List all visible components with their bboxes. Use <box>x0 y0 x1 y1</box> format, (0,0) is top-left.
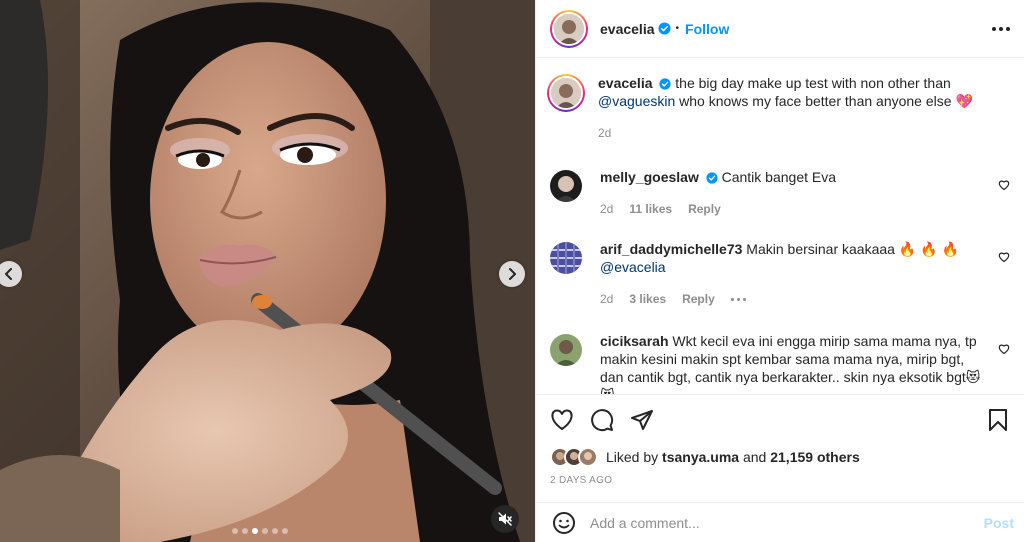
liker-username[interactable]: tsanya.uma <box>662 449 739 465</box>
comment-time[interactable]: 2d <box>600 290 613 308</box>
caption-text: the big day make up test with non other … <box>675 75 951 91</box>
verified-badge-icon <box>657 22 671 35</box>
comment-like-button[interactable] <box>998 342 1010 358</box>
liker-avatar <box>578 447 598 467</box>
comment-item: arif_daddymichelle73 Makin bersinar kaak… <box>550 240 1010 308</box>
action-bar <box>550 407 1010 433</box>
heart-icon <box>998 180 1010 191</box>
add-comment-bar: Post <box>536 502 1024 542</box>
commenter-avatar[interactable] <box>550 242 582 274</box>
author-avatar[interactable] <box>550 9 588 48</box>
comment-mention[interactable]: @evacelia <box>600 259 666 275</box>
carousel-indicator <box>232 528 288 534</box>
caption: evacelia the big day make up test with n… <box>547 74 1010 142</box>
comment-options-button[interactable] <box>730 297 746 301</box>
share-icon <box>631 410 653 430</box>
next-slide-button[interactable] <box>499 261 525 287</box>
caption-mention[interactable]: @vagueskin <box>598 93 675 109</box>
smiley-icon <box>553 511 575 534</box>
emoji-button[interactable] <box>552 511 576 535</box>
post-timestamp[interactable]: 2 DAYS AGO <box>550 475 1010 486</box>
header-separator: • <box>675 23 680 34</box>
share-button[interactable] <box>630 408 654 432</box>
like-button[interactable] <box>550 408 574 432</box>
carousel-dot <box>282 528 288 534</box>
caption-text-end: who knows my face better than anyone els… <box>679 93 952 109</box>
caption-time[interactable]: 2d <box>598 124 611 142</box>
carousel-dot <box>232 528 238 534</box>
comments-list[interactable]: evacelia the big day make up test with n… <box>536 58 1024 394</box>
save-button[interactable] <box>986 408 1010 432</box>
comment-button[interactable] <box>590 408 614 432</box>
more-horizontal-icon <box>992 26 996 31</box>
author-username[interactable]: evacelia <box>600 21 655 37</box>
speaker-muted-icon <box>498 512 512 526</box>
likes-prefix: Liked by <box>606 449 659 465</box>
likes-others[interactable]: 21,159 others <box>770 449 860 465</box>
comment-like-button[interactable] <box>998 250 1010 266</box>
commenter-username[interactable]: ciciksarah <box>600 333 669 349</box>
verified-badge-icon <box>706 172 718 184</box>
heart-icon <box>998 344 1010 355</box>
heart-emoji: 💖 <box>955 93 973 109</box>
liker-avatars <box>550 447 598 467</box>
verified-badge-icon <box>659 78 671 90</box>
reply-button[interactable]: Reply <box>688 200 721 218</box>
comment-input[interactable] <box>590 514 984 531</box>
likes-and: and <box>742 449 767 465</box>
comment-item: ciciksarah Wkt kecil eva ini engga mirip… <box>550 332 1010 394</box>
comment-item: melly_goeslaw Cantik banget Eva 2d 11 li… <box>550 168 1010 218</box>
chevron-left-icon <box>5 268 12 280</box>
carousel-dot <box>252 528 258 534</box>
commenter-avatar[interactable] <box>550 170 582 202</box>
carousel-dot <box>272 528 278 534</box>
commenter-username[interactable]: melly_goeslaw <box>600 169 699 185</box>
likes-summary: Liked by tsanya.uma and 21,159 others <box>550 447 1010 467</box>
bookmark-icon <box>989 409 1007 431</box>
instagram-post-modal: evacelia • Follow evacelia the big day m… <box>0 0 1024 542</box>
comment-likes[interactable]: 11 likes <box>629 200 672 218</box>
comment-likes[interactable]: 3 likes <box>629 290 666 308</box>
mute-button[interactable] <box>491 505 519 533</box>
post-media[interactable] <box>0 0 535 542</box>
heart-icon <box>998 252 1010 263</box>
comment-icon <box>591 409 614 432</box>
post-actions: Liked by tsanya.uma and 21,159 others 2 … <box>536 394 1024 486</box>
caption-avatar[interactable] <box>547 74 585 112</box>
chevron-right-icon <box>509 268 516 280</box>
carousel-dot <box>262 528 268 534</box>
commenter-username[interactable]: arif_daddymichelle73 <box>600 241 742 257</box>
caption-username[interactable]: evacelia <box>598 75 653 91</box>
more-options-button[interactable] <box>992 26 1010 31</box>
post-sidebar: evacelia • Follow evacelia the big day m… <box>535 0 1024 542</box>
post-comment-button[interactable]: Post <box>984 515 1014 531</box>
comment-text: Makin bersinar kaakaaa 🔥 🔥 🔥 <box>746 241 959 257</box>
reply-button[interactable]: Reply <box>682 290 715 308</box>
comment-text: Cantik banget Eva <box>721 169 837 185</box>
follow-button[interactable]: Follow <box>685 21 729 37</box>
post-photo <box>0 0 535 542</box>
heart-icon <box>551 409 573 430</box>
post-header: evacelia • Follow <box>536 0 1024 58</box>
comment-time[interactable]: 2d <box>600 200 613 218</box>
comment-like-button[interactable] <box>998 178 1010 194</box>
commenter-avatar[interactable] <box>550 334 582 366</box>
likes-text: Liked by tsanya.uma and 21,159 others <box>606 449 860 465</box>
carousel-dot <box>242 528 248 534</box>
